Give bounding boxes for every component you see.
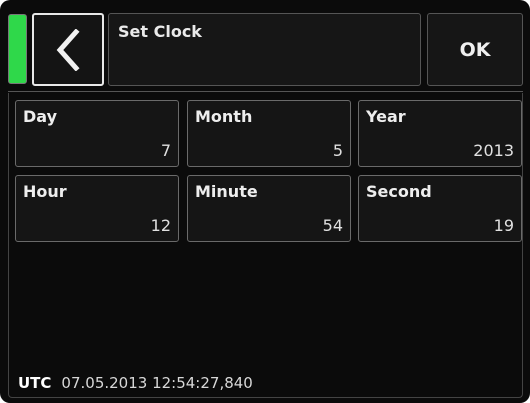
minute-label: Minute [195,182,258,201]
header-divider [8,91,523,92]
day-field[interactable]: Day 7 [15,100,179,167]
hour-field[interactable]: Hour 12 [15,175,179,242]
day-label: Day [23,107,58,126]
month-label: Month [195,107,253,126]
day-value: 7 [160,141,171,160]
month-value: 5 [332,141,343,160]
title-bar: Set Clock [108,13,421,86]
status-indicator [8,14,27,84]
ok-button[interactable]: OK [427,13,523,86]
utc-value: 07.05.2013 12:54:27,840 [61,374,253,392]
chevron-left-icon [56,29,80,71]
hour-value: 12 [150,216,171,235]
utc-label: UTC [18,374,52,392]
device-screen: Set Clock OK Day 7 Month 5 Year 2013 Hou… [0,0,530,403]
year-field[interactable]: Year 2013 [358,100,522,167]
month-field[interactable]: Month 5 [187,100,351,167]
back-button[interactable] [32,13,104,86]
second-label: Second [366,182,432,201]
minute-value: 54 [322,216,343,235]
second-value: 19 [493,216,514,235]
utc-readout: UTC 07.05.2013 12:54:27,840 [18,374,253,392]
year-value: 2013 [473,141,514,160]
hour-label: Hour [23,182,67,201]
minute-field[interactable]: Minute 54 [187,175,351,242]
page-title: Set Clock [118,22,202,41]
year-label: Year [366,107,406,126]
second-field[interactable]: Second 19 [358,175,522,242]
